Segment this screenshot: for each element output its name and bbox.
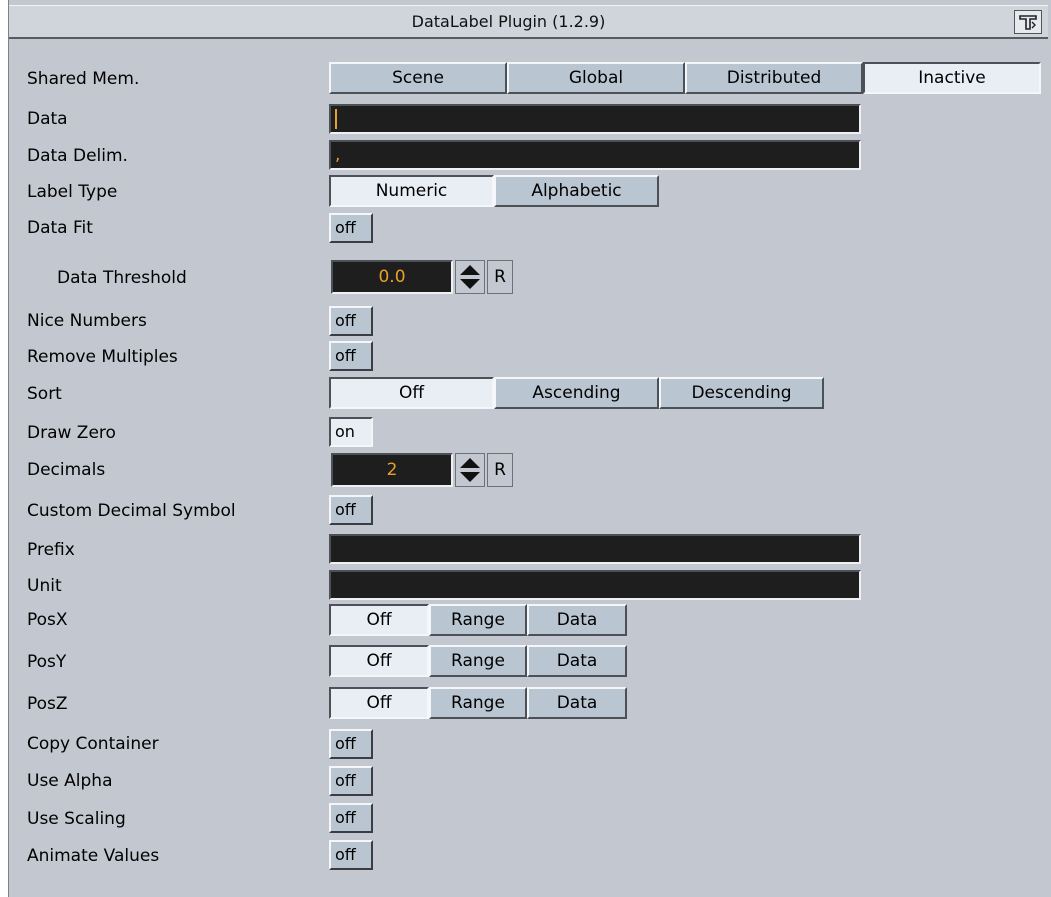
data-label: Data <box>27 109 68 129</box>
sort-ascending-button[interactable]: Ascending <box>494 377 659 409</box>
posx-off-button[interactable]: Off <box>329 604 429 636</box>
unit-input[interactable] <box>329 570 861 600</box>
posy-off-button[interactable]: Off <box>329 645 429 677</box>
plugin-panel: DataLabel Plugin (1.2.9) Shared Mem. Sce… <box>8 0 1051 897</box>
decimals-spinner[interactable] <box>455 453 485 487</box>
up-down-arrows-icon <box>460 265 480 289</box>
custom-decimal-symbol-toggle[interactable]: off <box>329 495 373 525</box>
posz-data-button[interactable]: Data <box>527 687 627 719</box>
posy-data-button[interactable]: Data <box>527 645 627 677</box>
posx-range-button[interactable]: Range <box>429 604 527 636</box>
nice-numbers-toggle[interactable]: off <box>329 306 373 336</box>
animate-values-toggle[interactable]: off <box>329 840 373 870</box>
text-caret <box>335 109 337 129</box>
data-threshold-reset-button[interactable]: R <box>487 260 513 294</box>
data-threshold-label: Data Threshold <box>57 268 187 288</box>
shared-mem-scene-button[interactable]: Scene <box>329 62 507 94</box>
up-down-arrows-icon <box>460 458 480 482</box>
label-type-alphabetic-button[interactable]: Alphabetic <box>494 175 659 207</box>
remove-multiples-label: Remove Multiples <box>27 347 178 367</box>
decimals-reset-button[interactable]: R <box>487 453 513 487</box>
draw-zero-toggle[interactable]: on <box>329 417 373 447</box>
prefix-label: Prefix <box>27 540 75 560</box>
data-input[interactable] <box>329 104 861 134</box>
sort-off-button[interactable]: Off <box>329 377 494 409</box>
panel-title: DataLabel Plugin (1.2.9) <box>411 12 606 31</box>
posz-off-button[interactable]: Off <box>329 687 429 719</box>
sort-label: Sort <box>27 384 62 404</box>
posx-label: PosX <box>27 610 68 630</box>
posy-label: PosY <box>27 652 67 672</box>
draw-zero-label: Draw Zero <box>27 423 116 443</box>
use-alpha-label: Use Alpha <box>27 771 113 791</box>
shared-mem-global-button[interactable]: Global <box>507 62 685 94</box>
use-alpha-toggle[interactable]: off <box>329 766 373 796</box>
data-delim-input[interactable]: , <box>329 140 861 170</box>
sort-descending-button[interactable]: Descending <box>659 377 824 409</box>
shared-mem-distributed-button[interactable]: Distributed <box>685 62 863 94</box>
data-fit-label: Data Fit <box>27 218 93 238</box>
use-scaling-label: Use Scaling <box>27 809 126 829</box>
title-bar: DataLabel Plugin (1.2.9) <box>9 5 1048 39</box>
data-threshold-input[interactable]: 0.0 <box>331 260 453 294</box>
copy-container-label: Copy Container <box>27 734 159 754</box>
prefix-input[interactable] <box>329 534 861 564</box>
copy-container-toggle[interactable]: off <box>329 729 373 759</box>
label-type-label: Label Type <box>27 182 118 202</box>
label-type-numeric-button[interactable]: Numeric <box>329 175 494 207</box>
unit-label: Unit <box>27 576 62 596</box>
nice-numbers-label: Nice Numbers <box>27 311 147 331</box>
data-fit-toggle[interactable]: off <box>329 213 373 243</box>
remove-multiples-toggle[interactable]: off <box>329 341 373 371</box>
decimals-label: Decimals <box>27 460 106 480</box>
shared-mem-inactive-button[interactable]: Inactive <box>863 62 1041 94</box>
decimals-input[interactable]: 2 <box>331 453 453 487</box>
animate-values-label: Animate Values <box>27 846 160 866</box>
help-icon[interactable] <box>1014 10 1042 34</box>
posz-label: PosZ <box>27 694 68 714</box>
shared-mem-label: Shared Mem. <box>27 69 140 89</box>
posz-range-button[interactable]: Range <box>429 687 527 719</box>
posx-data-button[interactable]: Data <box>527 604 627 636</box>
data-delim-label: Data Delim. <box>27 146 128 166</box>
posy-range-button[interactable]: Range <box>429 645 527 677</box>
custom-decimal-symbol-label: Custom Decimal Symbol <box>27 501 236 521</box>
use-scaling-toggle[interactable]: off <box>329 803 373 833</box>
data-threshold-spinner[interactable] <box>455 260 485 294</box>
